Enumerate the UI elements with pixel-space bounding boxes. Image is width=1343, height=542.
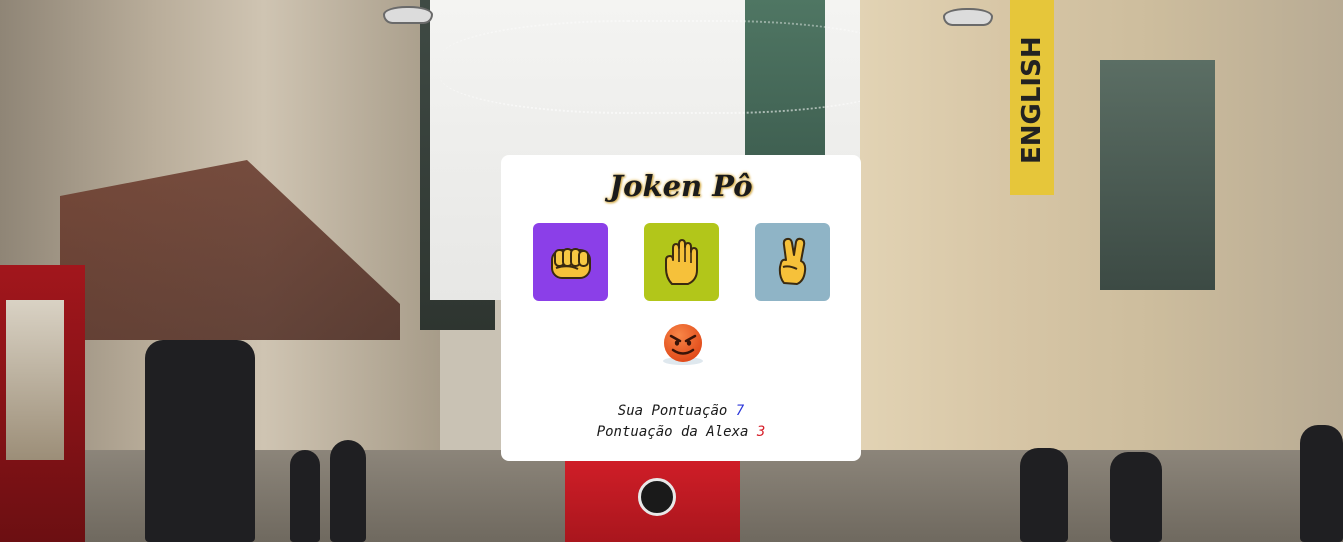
game-card: Joken Pô Sua Pontuação 7 Pontuação da Al… xyxy=(501,155,861,461)
pedestrian xyxy=(330,440,366,542)
player-score-value: 7 xyxy=(735,403,745,419)
glass-facade xyxy=(1100,60,1215,290)
english-sign-text: ENGLISH xyxy=(1017,36,1047,164)
kiosk-window xyxy=(6,300,64,460)
angry-face-icon xyxy=(663,324,703,365)
pedestrian xyxy=(1300,425,1343,542)
player-score-label: Sua Pontuação xyxy=(617,403,728,419)
scissors-button[interactable] xyxy=(755,223,830,301)
street-lamp xyxy=(943,8,993,26)
alexa-score-value: 3 xyxy=(756,424,766,440)
street-lamp xyxy=(383,6,433,24)
alexa-score-label: Pontuação da Alexa xyxy=(596,424,749,440)
game-title: Joken Pô xyxy=(609,169,753,203)
pedestrian xyxy=(290,450,320,542)
paper-button[interactable] xyxy=(644,223,719,301)
pedestrian xyxy=(145,340,255,542)
alexa-score-line: Pontuação da Alexa 3 xyxy=(501,422,861,443)
rock-button[interactable] xyxy=(533,223,608,301)
open-hand-icon xyxy=(664,239,698,285)
victory-hand-icon xyxy=(778,237,806,285)
scoreboard: Sua Pontuação 7 Pontuação da Alexa 3 xyxy=(501,401,861,443)
tram-headlight xyxy=(638,478,676,516)
pedestrian xyxy=(1110,452,1162,542)
street-decoration-lights xyxy=(440,20,910,114)
page: ENGLISH Joken Pô Sua Pontuação 7 Pontuaç… xyxy=(0,0,1343,542)
player-score-line: Sua Pontuação 7 xyxy=(501,401,861,422)
pedestrian xyxy=(1020,448,1068,542)
fist-icon xyxy=(550,248,591,279)
